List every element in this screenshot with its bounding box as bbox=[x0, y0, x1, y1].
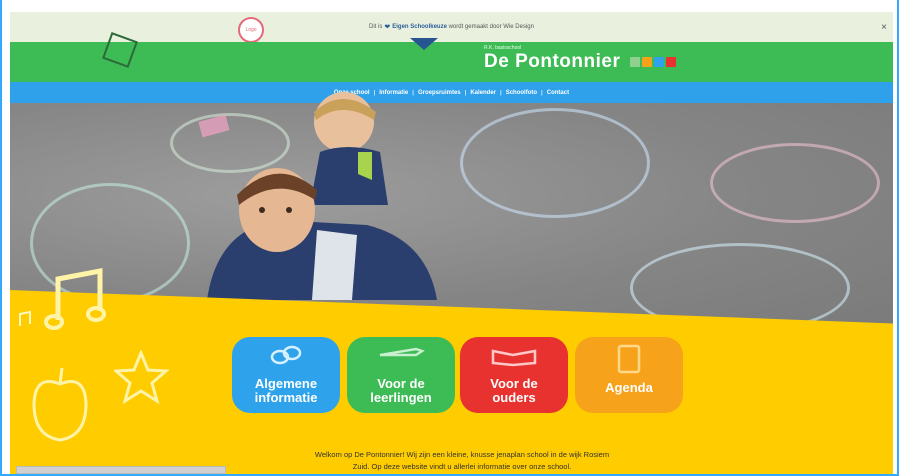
triangle-decoration bbox=[410, 38, 438, 50]
nav-item-contact[interactable]: Contact bbox=[547, 90, 569, 96]
heart-icon: ❤ bbox=[384, 24, 391, 31]
tile-voor-de-leerlingen[interactable]: Voor de leerlingen bbox=[347, 337, 455, 413]
nav-item-kalender[interactable]: Kalender bbox=[470, 90, 496, 96]
close-icon[interactable]: × bbox=[881, 22, 887, 33]
music-note-small-icon bbox=[19, 310, 31, 326]
page-frame: Dit is ❤ Eigen Schoolkeuze wordt gemaakt… bbox=[0, 0, 899, 476]
notice-suffix: wordt gemaakt door Wie Design bbox=[448, 24, 534, 30]
brand-icon-blue bbox=[654, 57, 664, 67]
tile-label-line2: informatie bbox=[254, 390, 318, 405]
welcome-line-2: Zuid. Op deze website vindt u allerlei i… bbox=[352, 462, 572, 471]
bottom-thumbnail-strip bbox=[16, 466, 226, 474]
nav-separator: | bbox=[541, 89, 543, 96]
notice-prefix: Dit is bbox=[369, 24, 383, 30]
brand-icon-orange bbox=[642, 57, 652, 67]
star-icon bbox=[114, 350, 169, 405]
nav-item-schoolfoto[interactable]: Schoolfoto bbox=[506, 90, 537, 96]
nav-item-groepsruimtes[interactable]: Groepsruimtes bbox=[418, 90, 461, 96]
chain-icon bbox=[270, 345, 302, 365]
tile-label-line2: leerlingen bbox=[370, 390, 432, 405]
music-note-icon bbox=[44, 267, 106, 330]
brand-icon-green bbox=[630, 57, 640, 67]
pencil-icon bbox=[379, 347, 425, 357]
child-front-figure bbox=[207, 168, 437, 300]
welcome-text: Welkom op De Pontonnier! Wij zijn een kl… bbox=[212, 449, 712, 473]
brand-icon-red bbox=[666, 57, 676, 67]
tile-voor-de-ouders[interactable]: Voor de ouders bbox=[460, 337, 568, 413]
brand-title[interactable]: De Pontonnier bbox=[484, 51, 620, 73]
tile-label-line1: Algemene bbox=[254, 376, 318, 391]
tile-label: Agenda bbox=[605, 380, 653, 395]
notice-link[interactable]: Eigen Schoolkeuze bbox=[392, 24, 447, 30]
welcome-line-1: Welkom op De Pontonnier! Wij zijn een kl… bbox=[314, 450, 610, 459]
nav-separator: | bbox=[500, 89, 502, 96]
tile-label-line1: Voor de bbox=[377, 376, 425, 391]
tile-algemene-informatie[interactable]: Algemene informatie bbox=[232, 337, 340, 413]
book-icon bbox=[491, 349, 537, 367]
tile-label-line2: ouders bbox=[492, 390, 536, 405]
nav-separator: | bbox=[464, 89, 467, 96]
header-bar bbox=[10, 42, 893, 82]
brand-icons bbox=[630, 57, 676, 67]
tile-label-line1: Voor de bbox=[490, 376, 538, 391]
nav-separator: | bbox=[412, 89, 414, 96]
apple-icon bbox=[32, 367, 88, 442]
tile-agenda[interactable]: Agenda bbox=[575, 337, 683, 413]
chalk-drawing bbox=[710, 143, 880, 223]
badge-logo[interactable]: Logo bbox=[238, 17, 264, 43]
agenda-book-icon bbox=[617, 344, 641, 374]
chalk-drawing bbox=[460, 108, 650, 218]
main-nav: Onze school | Informatie | Groepsruimtes… bbox=[10, 82, 893, 103]
notice-bar: Dit is ❤ Eigen Schoolkeuze wordt gemaakt… bbox=[10, 12, 893, 42]
